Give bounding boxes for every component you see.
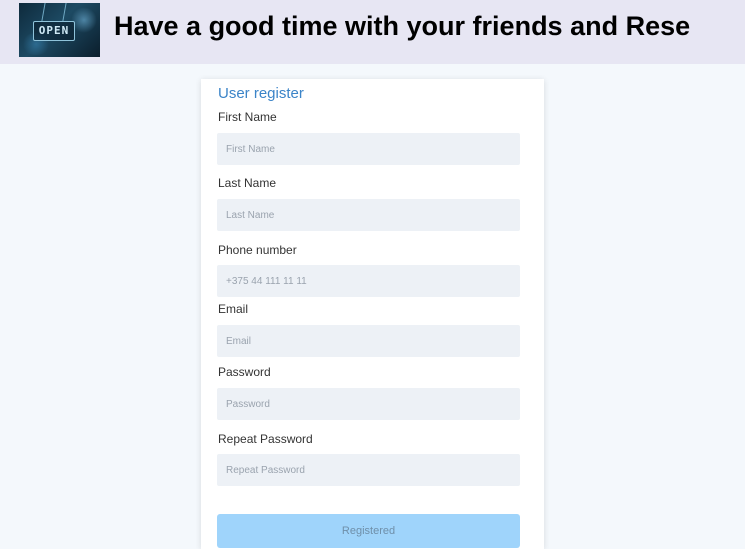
email-label: Email	[218, 302, 249, 316]
open-sign-logo-image: OPEN	[19, 3, 100, 57]
repeat-password-label: Repeat Password	[218, 432, 313, 446]
password-label: Password	[218, 365, 271, 379]
repeat-password-input[interactable]	[217, 454, 520, 486]
last-name-input[interactable]	[217, 199, 520, 231]
phone-number-input[interactable]	[217, 265, 520, 297]
password-input[interactable]	[217, 388, 520, 420]
register-form-card: User register First Name Last Name Phone…	[201, 79, 544, 549]
last-name-label: Last Name	[218, 176, 277, 190]
email-input[interactable]	[217, 325, 520, 357]
first-name-label: First Name	[218, 110, 277, 124]
form-title: User register	[218, 85, 304, 102]
phone-number-label: Phone number	[218, 243, 297, 257]
site-title: Have a good time with your friends and R…	[114, 11, 691, 41]
site-header: OPEN Have a good time with your friends …	[0, 0, 745, 64]
open-sign-text: OPEN	[33, 21, 75, 41]
first-name-input[interactable]	[217, 133, 520, 165]
